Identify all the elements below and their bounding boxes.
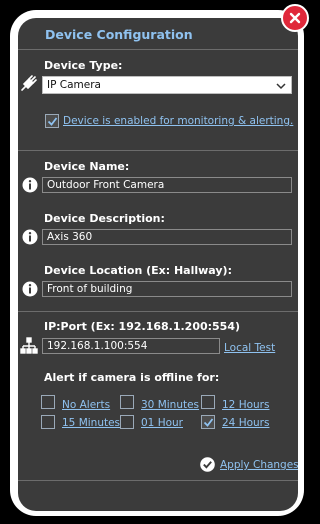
check-circle-icon[interactable] [200,457,215,476]
divider [18,49,298,50]
dialog-title: Device Configuration [45,27,193,42]
chevron-down-icon [276,81,286,93]
close-button[interactable] [281,4,309,32]
01-hour-option[interactable]: 01 Hour [141,417,183,429]
plug-icon [20,74,38,96]
12-hours-option[interactable]: 12 Hours [222,399,269,411]
ip-port-input[interactable]: 192.168.1.100:554 [42,338,220,354]
15-minutes-checkbox[interactable] [41,415,55,429]
checkmark-icon [47,117,58,126]
device-enabled-link[interactable]: Device is enabled for monitoring & alert… [63,115,293,127]
device-location-input[interactable]: Front of building [42,281,292,297]
device-type-select[interactable]: IP Camera [42,76,292,94]
no-alerts-option[interactable]: No Alerts [62,399,110,411]
network-icon [20,337,38,359]
offline-alert-label: Alert if camera is offline for: [44,371,220,384]
device-configuration-panel: Device Configuration Device Type: IP Cam… [18,18,298,511]
checkmark-icon [203,418,214,427]
device-location-label: Device Location (Ex: Hallway): [44,264,232,277]
device-name-label: Device Name: [44,160,130,173]
info-icon [22,177,38,197]
24-hours-checkbox[interactable] [201,415,215,429]
device-name-input[interactable]: Outdoor Front Camera [42,177,292,193]
12-hours-checkbox[interactable] [201,395,215,409]
no-alerts-checkbox[interactable] [41,395,55,409]
30-minutes-option[interactable]: 30 Minutes [141,399,199,411]
15-minutes-option[interactable]: 15 Minutes [62,417,120,429]
divider [18,311,298,312]
divider [18,150,298,151]
local-test-link[interactable]: Local Test [224,342,275,354]
divider [18,480,298,481]
device-description-input[interactable]: Axis 360 [42,229,292,245]
01-hour-checkbox[interactable] [120,415,134,429]
device-description-label: Device Description: [44,212,165,225]
apply-changes-link[interactable]: Apply Changes [220,459,298,471]
24-hours-option[interactable]: 24 Hours [222,417,269,429]
close-icon [289,12,301,24]
device-type-label: Device Type: [44,59,123,72]
info-icon [22,229,38,249]
device-type-selected: IP Camera [47,79,101,91]
ip-port-label: IP:Port (Ex: 192.168.1.200:554) [44,320,241,333]
info-icon [22,281,38,301]
30-minutes-checkbox[interactable] [120,395,134,409]
device-enabled-checkbox[interactable] [45,114,59,128]
